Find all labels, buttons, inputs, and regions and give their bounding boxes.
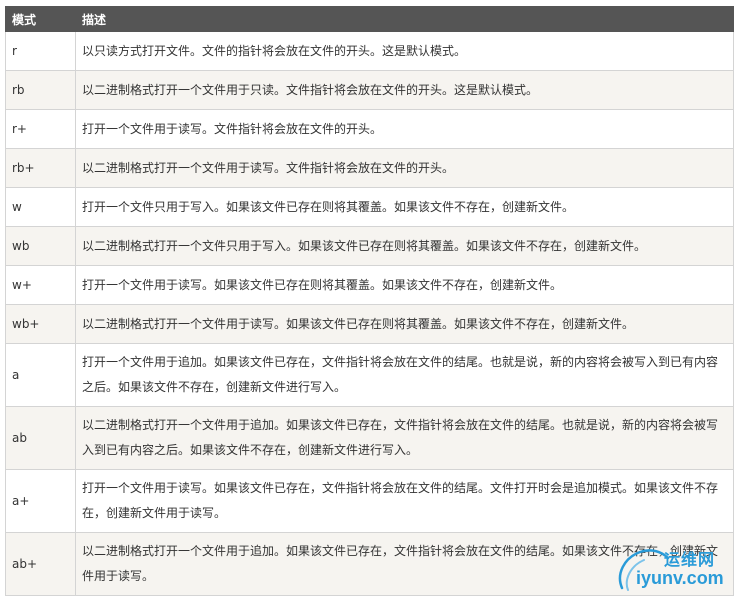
description-cell: 以二进制格式打开一个文件用于读写。文件指针将会放在文件的开头。: [75, 148, 734, 188]
mode-cell: ab+: [5, 532, 76, 596]
description-cell: 打开一个文件用于读写。如果该文件已存在，文件指针将会放在文件的结尾。文件打开时会…: [75, 469, 734, 533]
description-cell: 以二进制格式打开一个文件用于追加。如果该文件已存在，文件指针将会放在文件的结尾。…: [75, 406, 734, 470]
table-header-row: 模式 描述: [5, 6, 734, 32]
description-cell: 以二进制格式打开一个文件用于追加。如果该文件已存在，文件指针将会放在文件的结尾。…: [75, 532, 734, 596]
mode-cell: a: [5, 343, 76, 407]
mode-cell: rb+: [5, 148, 76, 188]
table-row: rb+ 以二进制格式打开一个文件用于读写。文件指针将会放在文件的开头。: [5, 148, 734, 188]
mode-cell: wb+: [5, 304, 76, 344]
description-cell: 打开一个文件用于追加。如果该文件已存在，文件指针将会放在文件的结尾。也就是说，新…: [75, 343, 734, 407]
table-row: ab+ 以二进制格式打开一个文件用于追加。如果该文件已存在，文件指针将会放在文件…: [5, 532, 734, 596]
table-row: rb 以二进制格式打开一个文件用于只读。文件指针将会放在文件的开头。这是默认模式…: [5, 70, 734, 110]
table-row: w 打开一个文件只用于写入。如果该文件已存在则将其覆盖。如果该文件不存在，创建新…: [5, 187, 734, 227]
header-description: 描述: [75, 6, 734, 32]
description-cell: 打开一个文件只用于写入。如果该文件已存在则将其覆盖。如果该文件不存在，创建新文件…: [75, 187, 734, 227]
description-cell: 打开一个文件用于读写。如果该文件已存在则将其覆盖。如果该文件不存在，创建新文件。: [75, 265, 734, 305]
table-row: wb 以二进制格式打开一个文件只用于写入。如果该文件已存在则将其覆盖。如果该文件…: [5, 226, 734, 266]
mode-cell: r+: [5, 109, 76, 149]
mode-cell: wb: [5, 226, 76, 266]
table-row: r+ 打开一个文件用于读写。文件指针将会放在文件的开头。: [5, 109, 734, 149]
header-mode: 模式: [5, 6, 76, 32]
mode-cell: ab: [5, 406, 76, 470]
file-mode-table: 模式 描述 r 以只读方式打开文件。文件的指针将会放在文件的开头。这是默认模式。…: [5, 6, 734, 596]
table-row: ab 以二进制格式打开一个文件用于追加。如果该文件已存在，文件指针将会放在文件的…: [5, 406, 734, 470]
description-cell: 打开一个文件用于读写。文件指针将会放在文件的开头。: [75, 109, 734, 149]
table-row: a 打开一个文件用于追加。如果该文件已存在，文件指针将会放在文件的结尾。也就是说…: [5, 343, 734, 407]
mode-cell: r: [5, 31, 76, 71]
description-cell: 以二进制格式打开一个文件用于只读。文件指针将会放在文件的开头。这是默认模式。: [75, 70, 734, 110]
mode-cell: rb: [5, 70, 76, 110]
table-row: r 以只读方式打开文件。文件的指针将会放在文件的开头。这是默认模式。: [5, 31, 734, 71]
description-cell: 以二进制格式打开一个文件用于读写。如果该文件已存在则将其覆盖。如果该文件不存在，…: [75, 304, 734, 344]
table-row: w+ 打开一个文件用于读写。如果该文件已存在则将其覆盖。如果该文件不存在，创建新…: [5, 265, 734, 305]
mode-cell: w+: [5, 265, 76, 305]
mode-cell: w: [5, 187, 76, 227]
table-row: wb+ 以二进制格式打开一个文件用于读写。如果该文件已存在则将其覆盖。如果该文件…: [5, 304, 734, 344]
description-cell: 以二进制格式打开一个文件只用于写入。如果该文件已存在则将其覆盖。如果该文件不存在…: [75, 226, 734, 266]
mode-cell: a+: [5, 469, 76, 533]
table-row: a+ 打开一个文件用于读写。如果该文件已存在，文件指针将会放在文件的结尾。文件打…: [5, 469, 734, 533]
description-cell: 以只读方式打开文件。文件的指针将会放在文件的开头。这是默认模式。: [75, 31, 734, 71]
